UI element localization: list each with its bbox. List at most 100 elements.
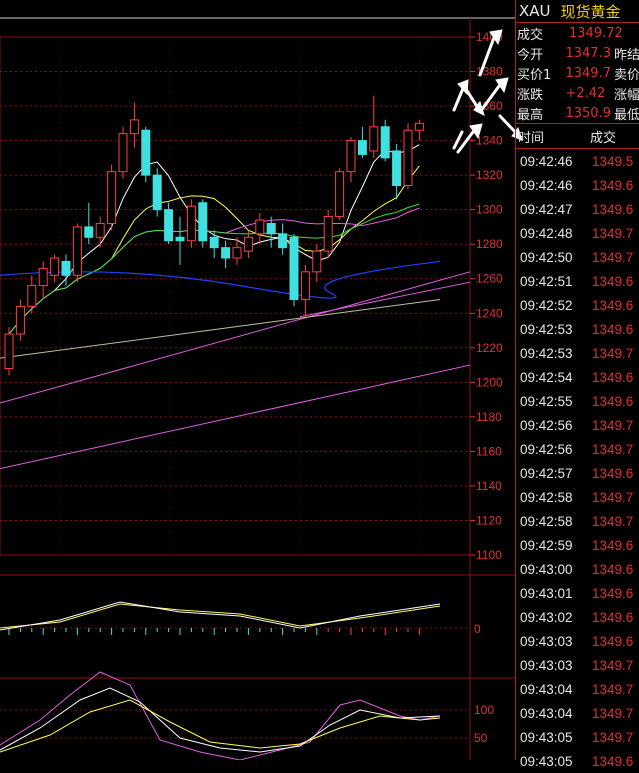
- candle-body: [50, 257, 60, 276]
- quote-row: 今开 1347.3 昨结: [516, 43, 639, 63]
- tick-row: 09:42:59 1349.6: [516, 533, 639, 557]
- tick-price: 1349.7: [592, 441, 634, 457]
- candle-body: [312, 250, 322, 273]
- tick-row: 09:42:46 1349.5: [516, 149, 639, 173]
- tick-list[interactable]: 09:42:46 1349.5 09:42:46 1349.6 09:42:47 1349…: [516, 149, 639, 773]
- tick-price: 1349.6: [592, 273, 634, 289]
- tick-time: 09:42:47: [520, 201, 573, 217]
- kdj-axis-label: 100: [474, 703, 494, 717]
- candle-body: [175, 236, 185, 242]
- tick-row: 09:43:04 1349.7: [516, 701, 639, 725]
- candle-body: [380, 126, 390, 159]
- tick-row: 09:43:03 1349.7: [516, 653, 639, 677]
- tick-row: 09:42:53 1349.7: [516, 341, 639, 365]
- tick-price: 1349.7: [592, 249, 634, 265]
- candle-body: [84, 226, 94, 238]
- ticks-time-header: 时间: [518, 130, 545, 146]
- tick-time: 09:43:04: [520, 705, 573, 721]
- tick-price: 1349.7: [592, 345, 634, 361]
- quote-key2: 涨幅: [613, 87, 639, 103]
- candle-body: [72, 226, 82, 276]
- quote-key: 涨跌: [517, 87, 544, 103]
- tick-time: 09:42:58: [520, 513, 573, 529]
- ticks-header: 时间 成交: [516, 123, 639, 149]
- tick-price: 1349.6: [592, 753, 634, 769]
- kdj-axis-label: 50: [474, 731, 488, 745]
- candle-body: [209, 236, 219, 249]
- quote-row: 买价1 1349.7 卖价: [516, 63, 639, 83]
- candle-body: [300, 271, 310, 300]
- tick-time: 09:43:03: [520, 633, 573, 649]
- tick-row: 09:43:05 1349.7: [516, 725, 639, 749]
- price-axis-label: 1120: [476, 513, 502, 527]
- quote-fields: 成交 1349.72 今开 1347.3 昨结 买价1 1349.7 卖价 涨跌 +2.42…: [516, 23, 639, 123]
- kline-chart[interactable]: 1400 1380 1360 1340 1320 1300 1280 1260 1240 1220…: [0, 0, 515, 760]
- quote-key: 成交: [517, 27, 544, 43]
- tick-time: 09:43:02: [520, 609, 573, 625]
- tick-row: 09:43:05 1349.6: [516, 749, 639, 773]
- candle-body: [335, 171, 345, 218]
- tick-row: 09:42:50 1349.7: [516, 245, 639, 269]
- tick-price: 1349.6: [592, 177, 634, 193]
- tick-time: 09:42:51: [520, 273, 573, 289]
- quote-value: 1350.9: [565, 105, 611, 121]
- tick-time: 09:42:56: [520, 441, 573, 457]
- candle-body: [95, 222, 105, 238]
- quote-header: XAU 现货黄金: [516, 0, 639, 23]
- tick-price: 1349.6: [592, 321, 634, 337]
- tick-price: 1349.7: [592, 489, 634, 505]
- quote-key: 今开: [517, 47, 544, 63]
- quote-value: 1347.3: [565, 45, 611, 61]
- price-axis-label: 1220: [476, 341, 503, 355]
- price-axis-label: 1280: [476, 237, 503, 251]
- tick-price: 1349.7: [592, 657, 634, 673]
- tick-price: 1349.6: [592, 585, 634, 601]
- tick-price: 1349.6: [592, 609, 634, 625]
- quote-row: 最高 1350.9 最低: [516, 103, 639, 123]
- tick-price: 1349.7: [592, 225, 634, 241]
- tick-time: 09:43:04: [520, 681, 573, 697]
- tick-price: 1349.7: [592, 417, 634, 433]
- tick-time: 09:42:46: [520, 177, 573, 193]
- trend-line: [299, 281, 471, 318]
- tick-time: 09:43:01: [520, 585, 573, 601]
- tick-row: 09:42:58 1349.7: [516, 509, 639, 533]
- candle-body: [255, 219, 265, 235]
- tick-price: 1349.6: [592, 297, 634, 313]
- ticks-price-header: 成交: [590, 130, 617, 146]
- quote-key: 买价1: [517, 67, 552, 83]
- tick-time: 09:42:57: [520, 465, 573, 481]
- price-axis-label: 1340: [476, 134, 503, 148]
- tick-time: 09:42:54: [520, 369, 573, 385]
- tick-time: 09:42:56: [520, 417, 573, 433]
- tick-time: 09:43:00: [520, 561, 573, 577]
- tick-time: 09:43:05: [520, 729, 573, 745]
- quote-value: 1349.7: [565, 65, 611, 81]
- tick-time: 09:42:46: [520, 153, 573, 169]
- candle-body: [221, 247, 231, 259]
- tick-row: 09:43:00 1349.6: [516, 557, 639, 581]
- tick-time: 09:42:50: [520, 249, 573, 265]
- price-axis-label: 1300: [476, 203, 503, 217]
- quote-row: 成交 1349.72: [516, 23, 639, 43]
- tick-row: 09:42:57 1349.6: [516, 461, 639, 485]
- candle-body: [392, 150, 402, 186]
- candle-body: [369, 126, 379, 152]
- candle-body: [403, 129, 413, 186]
- candle-body: [38, 267, 48, 287]
- instrument-name: 现货黄金: [560, 2, 621, 21]
- tick-row: 09:42:54 1349.6: [516, 365, 639, 389]
- quote-key2: 最低: [613, 107, 639, 123]
- candle-body: [323, 216, 333, 252]
- macd-dea: [0, 603, 441, 629]
- tick-time: 09:42:53: [520, 345, 573, 361]
- price-axis-label: 1260: [476, 272, 503, 286]
- price-axis-label: 1320: [476, 168, 503, 182]
- tick-time: 09:42:48: [520, 225, 573, 241]
- tick-price: 1349.7: [592, 705, 634, 721]
- price-axis-label: 1240: [476, 306, 503, 320]
- quote-row: 涨跌 +2.42 涨幅: [516, 83, 639, 103]
- candle-body: [346, 140, 356, 173]
- tick-row: 09:43:03 1349.6: [516, 629, 639, 653]
- tick-price: 1349.6: [592, 201, 634, 217]
